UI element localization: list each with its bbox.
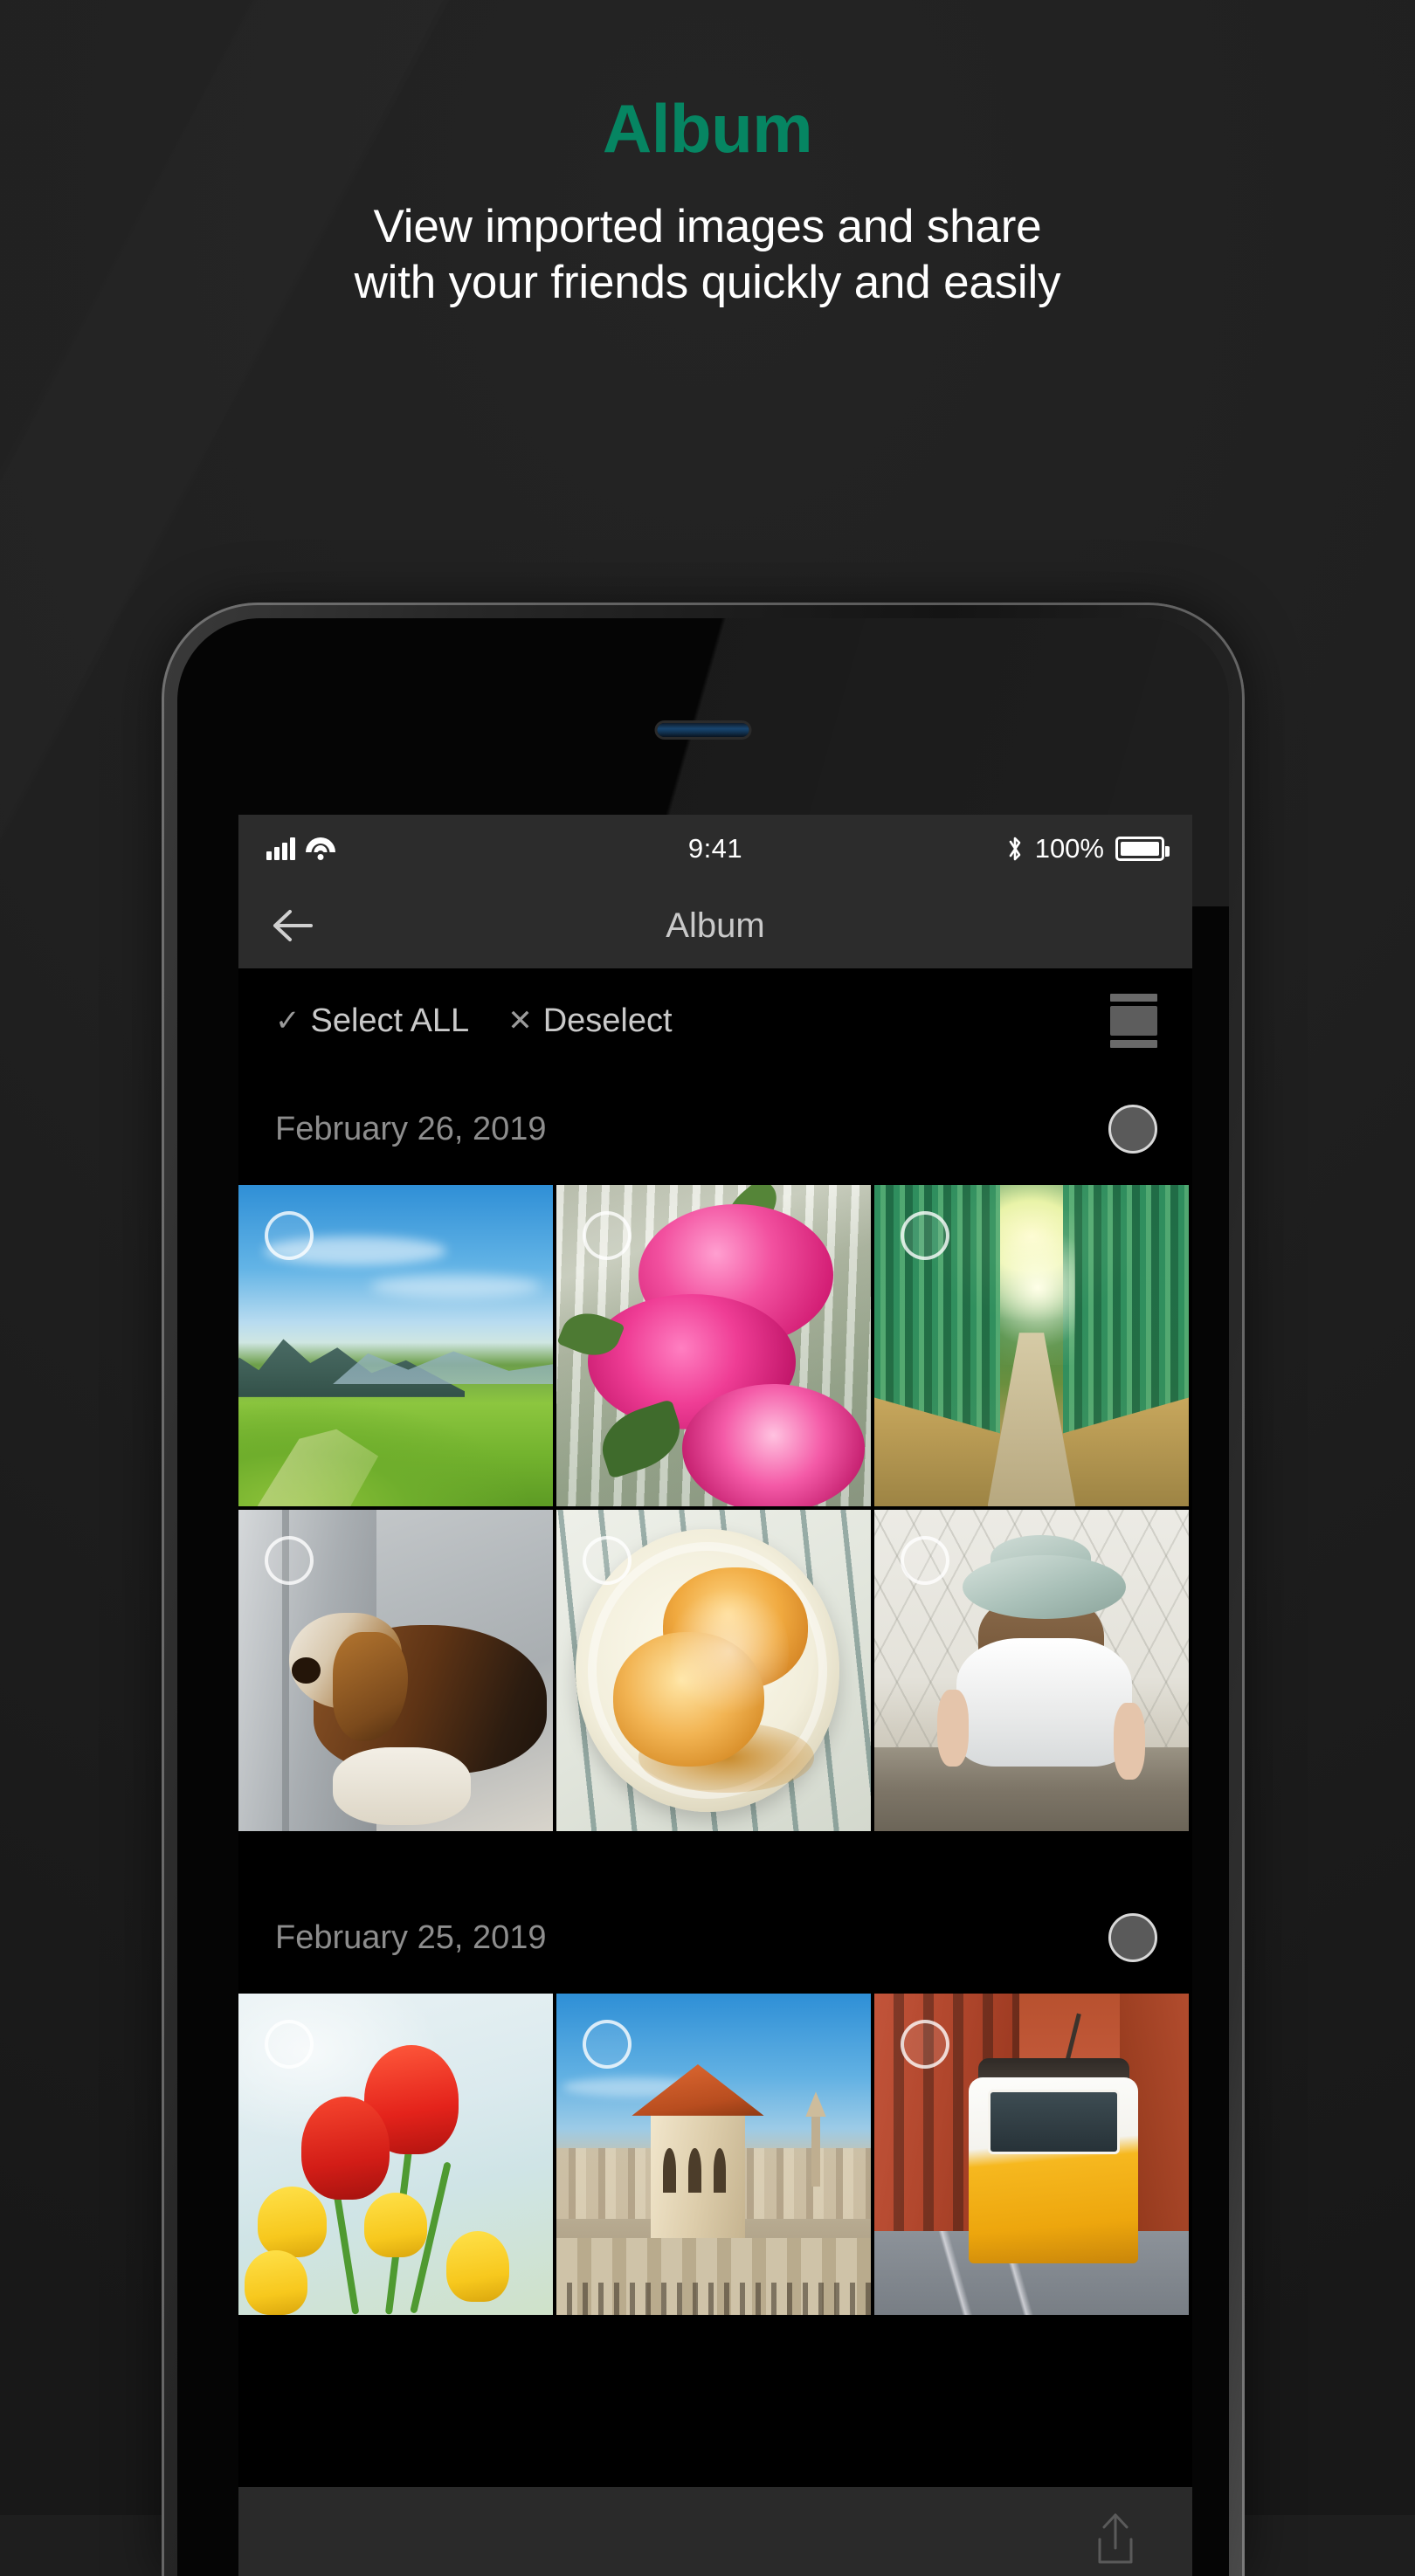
promo-headline: Album View imported images and share wit…: [0, 94, 1415, 310]
photo-select-checkbox[interactable]: [583, 1211, 632, 1260]
phone-device-mockup: 9:41 100% Album ✓ Select ALL ✕ Deselect …: [162, 603, 1245, 2576]
section-select-toggle[interactable]: [1108, 1913, 1157, 1962]
share-button[interactable]: [1089, 2510, 1142, 2569]
selection-toolbar: ✓ Select ALL ✕ Deselect: [238, 968, 1192, 1073]
photo-select-checkbox[interactable]: [265, 1536, 314, 1585]
date-section-header: February 25, 2019: [238, 1882, 1192, 1994]
photo-thumbnail-city-tower-skyline[interactable]: [556, 1994, 871, 2315]
photo-select-checkbox[interactable]: [901, 2020, 949, 2069]
photo-select-checkbox[interactable]: [583, 1536, 632, 1585]
photo-row: [238, 1994, 1192, 2315]
phone-glass: 9:41 100% Album ✓ Select ALL ✕ Deselect …: [177, 618, 1229, 2576]
photo-row: [238, 1510, 1192, 1831]
section-select-toggle[interactable]: [1108, 1105, 1157, 1154]
share-upload-icon: [1098, 2513, 1133, 2564]
nav-bar: Album: [238, 883, 1192, 968]
status-bar: 9:41 100%: [238, 815, 1192, 883]
photo-select-checkbox[interactable]: [901, 1536, 949, 1585]
photo-thumbnail-bamboo-forest-path[interactable]: [874, 1185, 1189, 1506]
photo-select-checkbox[interactable]: [901, 1211, 949, 1260]
earpiece-speaker: [657, 723, 749, 737]
deselect-button[interactable]: ✕ Deselect: [507, 1002, 672, 1040]
status-bar-time: 9:41: [687, 833, 743, 864]
deselect-label: Deselect: [542, 1002, 673, 1039]
nav-title: Album: [666, 906, 765, 945]
photo-select-checkbox[interactable]: [583, 2020, 632, 2069]
bluetooth-icon: [1006, 835, 1024, 863]
photo-thumbnail-green-mountain-valley[interactable]: [238, 1185, 553, 1506]
promo-subtitle-line-2: with your friends quickly and easily: [354, 256, 1061, 308]
select-all-label: Select ALL: [310, 1002, 470, 1039]
app-screen: 9:41 100% Album ✓ Select ALL ✕ Deselect …: [238, 815, 1192, 2576]
section-gap: [238, 1831, 1192, 1882]
promo-title: Album: [602, 90, 813, 167]
photo-row: [238, 1185, 1192, 1506]
photo-select-checkbox[interactable]: [265, 1211, 314, 1260]
photo-select-checkbox[interactable]: [265, 2020, 314, 2069]
photo-thumbnail-yellow-tram-street[interactable]: [874, 1994, 1189, 2315]
photo-thumbnail-pancakes-on-plate[interactable]: [556, 1510, 871, 1831]
select-all-button[interactable]: ✓ Select ALL: [275, 1002, 469, 1040]
photo-thumbnail-beagle-dog-on-sofa[interactable]: [238, 1510, 553, 1831]
bottom-action-bar: [238, 2487, 1192, 2576]
photo-thumbnail-girl-in-sun-hat[interactable]: [874, 1510, 1189, 1831]
photo-thumbnail-red-tulips[interactable]: [238, 1994, 553, 2315]
check-icon: ✓: [275, 1004, 300, 1037]
cross-icon: ✕: [507, 1004, 533, 1037]
layout-view-icon-top-bar: [1110, 994, 1157, 1002]
promo-subtitle: View imported images and share with your…: [0, 199, 1415, 310]
date-label: February 26, 2019: [275, 1110, 547, 1147]
promo-subtitle-line-1: View imported images and share: [373, 201, 1042, 252]
date-section-header: February 26, 2019: [238, 1073, 1192, 1185]
photo-thumbnail-pink-roses[interactable]: [556, 1185, 871, 1506]
battery-full-icon: [1115, 837, 1170, 861]
view-mode-button[interactable]: [1110, 994, 1157, 1048]
layout-view-icon-block: [1110, 1006, 1157, 1036]
date-label: February 25, 2019: [275, 1918, 547, 1956]
layout-view-icon-bottom-bar: [1110, 1040, 1157, 1048]
